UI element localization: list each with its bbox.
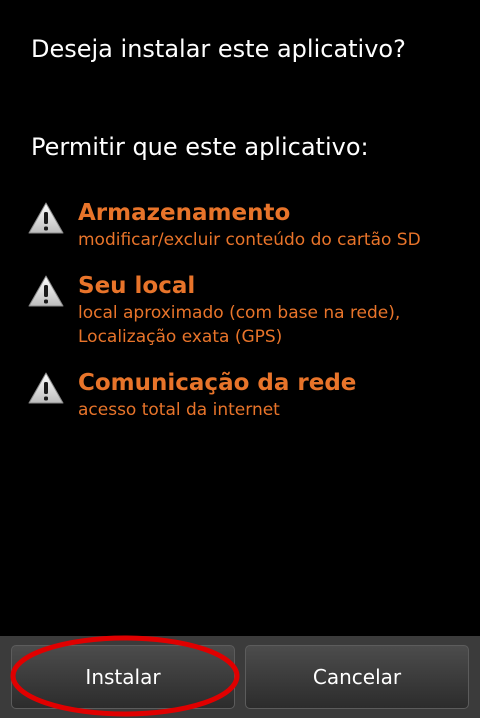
permission-description: local aproximado (com base na rede), [78, 303, 401, 323]
permission-title: Armazenamento [78, 200, 291, 226]
warning-icon [28, 372, 64, 404]
cancel-button[interactable]: Cancelar [245, 645, 469, 709]
permission-title: Seu local [78, 273, 196, 299]
permission-title: Comunicação da rede [78, 370, 357, 396]
permission-description: acesso total da internet [78, 400, 280, 420]
permission-description: modificar/excluir conteúdo do cartão SD [78, 230, 421, 250]
install-button[interactable]: Instalar [11, 645, 235, 709]
dialog-question: Deseja instalar este aplicativo? [31, 35, 406, 63]
warning-icon [28, 202, 64, 234]
permission-description: Localização exata (GPS) [78, 327, 283, 347]
warning-icon [28, 275, 64, 307]
permissions-heading: Permitir que este aplicativo: [31, 133, 369, 161]
